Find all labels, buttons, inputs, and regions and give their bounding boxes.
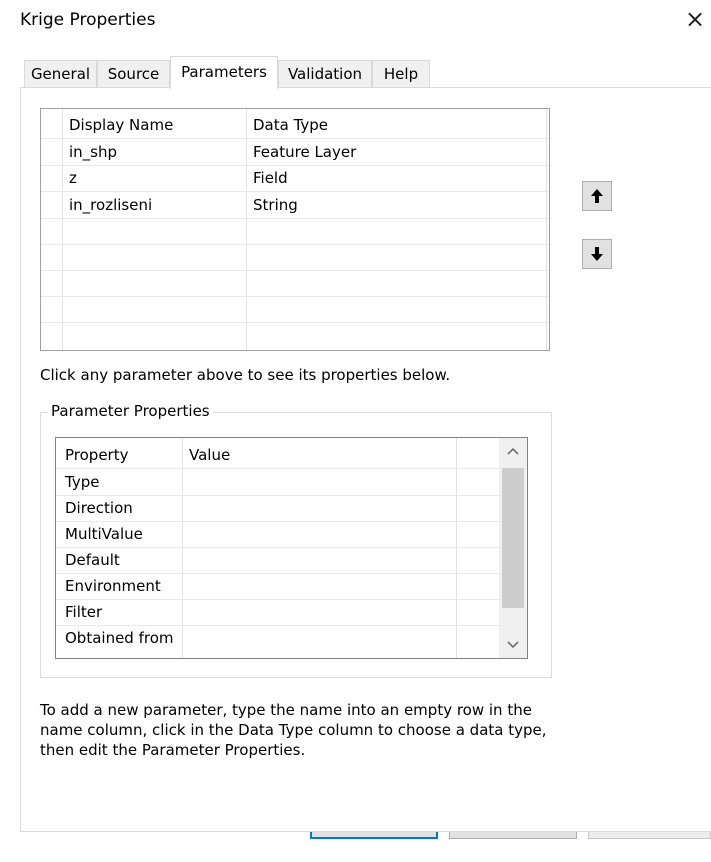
param-name-cell[interactable]: z [69,166,77,192]
empty-row[interactable] [41,297,549,323]
property-name: MultiValue [65,525,143,543]
grid-header-row: Display Name Data Type [41,113,549,139]
property-row[interactable]: Filter [56,600,500,626]
column-header-property[interactable]: Property [65,443,128,469]
window-title: Krige Properties [20,10,156,30]
parameter-properties-legend: Parameter Properties [48,402,213,420]
tab-help[interactable]: Help [372,60,430,88]
move-up-button[interactable] [582,181,612,211]
property-row[interactable]: MultiValue [56,522,500,548]
param-type-cell[interactable]: String [253,193,298,219]
column-header-data-type[interactable]: Data Type [253,113,328,139]
property-name: Obtained from [65,629,174,647]
property-row[interactable]: Default [56,548,500,574]
property-row[interactable]: Environment [56,574,500,600]
empty-row[interactable] [41,323,549,349]
column-header-display-name[interactable]: Display Name [69,113,173,139]
instruction-text: Click any parameter above to see its pro… [40,366,451,384]
scroll-down-button[interactable] [499,632,527,658]
property-row[interactable]: Direction [56,496,500,522]
param-type-cell[interactable]: Field [253,166,288,192]
chevron-up-icon [507,447,519,455]
properties-header-row: Property Value [56,443,500,469]
property-row[interactable]: Obtained from [56,626,500,652]
tab-source[interactable]: Source [97,60,170,88]
footnote-line: name column, click in the Data Type colu… [40,721,547,739]
property-name: Filter [65,603,103,621]
tab-general[interactable]: General [24,60,97,88]
scroll-thumb[interactable] [502,468,524,608]
empty-row[interactable] [41,245,549,271]
close-icon[interactable]: × [680,2,710,36]
property-name: Direction [65,499,133,517]
move-down-button[interactable] [582,239,612,269]
param-name-cell[interactable]: in_rozliseni [69,193,152,219]
property-name: Environment [65,577,161,595]
help-footnote: To add a new parameter, type the name in… [40,700,560,760]
tab-parameters[interactable]: Parameters [170,56,278,89]
arrow-down-icon [591,247,603,261]
chevron-down-icon [507,641,519,649]
table-row[interactable]: in_shp Feature Layer [41,140,549,166]
properties-grid[interactable]: Property Value Type Direction MultiValue… [55,437,528,659]
table-row[interactable]: z Field [41,166,549,192]
property-row[interactable]: Type [56,470,500,496]
param-name-cell[interactable]: in_shp [69,140,117,166]
footnote-line: then edit the Parameter Properties. [40,741,306,759]
scroll-up-button[interactable] [499,438,527,464]
properties-scrollbar[interactable] [499,438,527,658]
empty-row[interactable] [41,271,549,297]
column-header-value[interactable]: Value [189,443,230,469]
param-type-cell[interactable]: Feature Layer [253,140,356,166]
empty-row[interactable] [41,219,549,245]
table-row[interactable]: in_rozliseni String [41,193,549,219]
footnote-line: To add a new parameter, type the name in… [40,701,532,719]
tab-validation[interactable]: Validation [278,60,372,88]
property-name: Default [65,551,120,569]
property-name: Type [65,473,100,491]
arrow-up-icon [591,189,603,203]
parameters-grid[interactable]: Display Name Data Type in_shp Feature La… [40,108,550,351]
